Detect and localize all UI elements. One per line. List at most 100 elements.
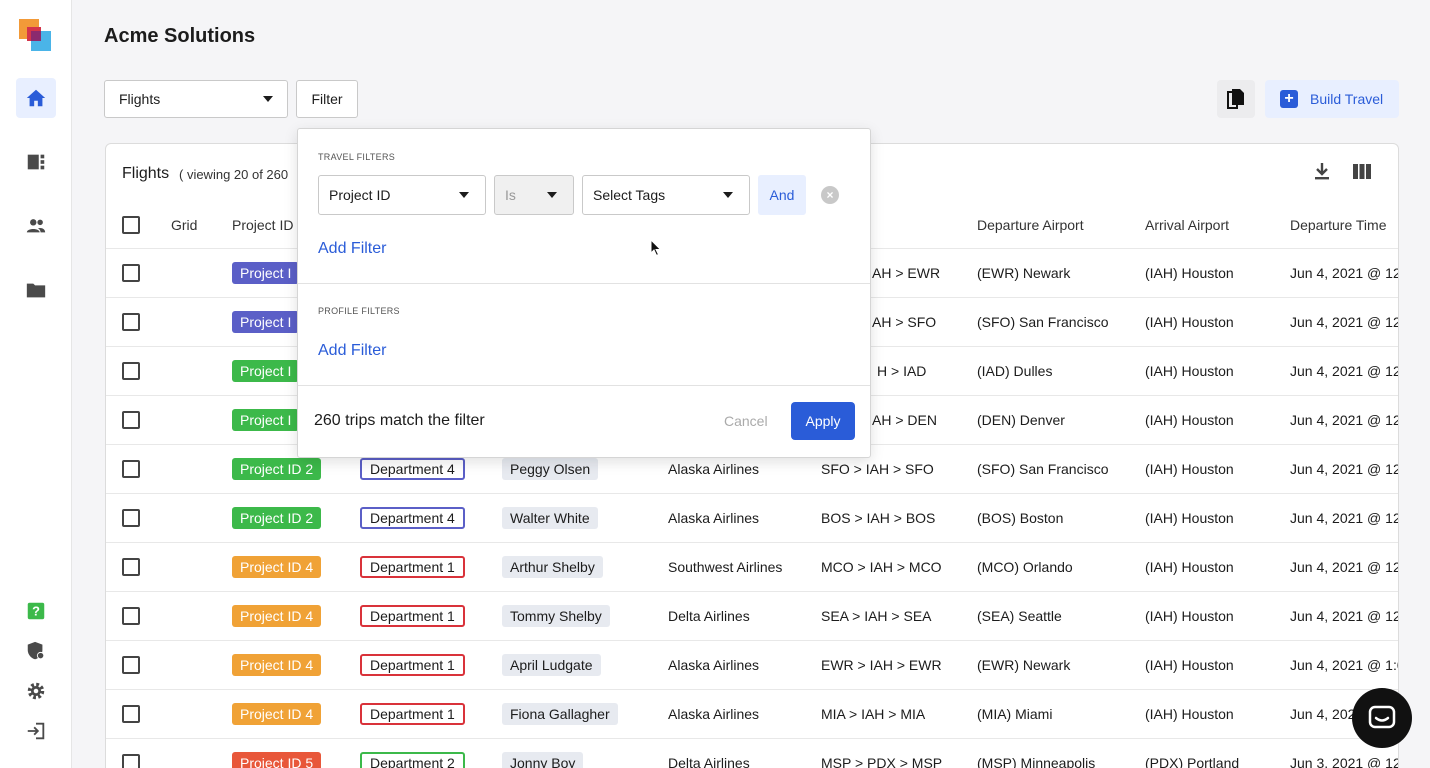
- route-cell: BOS > IAH > BOS: [821, 510, 936, 526]
- arrival-airport-cell: (IAH) Houston: [1145, 314, 1234, 330]
- and-button[interactable]: And: [758, 175, 806, 215]
- row-checkbox[interactable]: [122, 754, 140, 768]
- arrival-airport-cell: (IAH) Houston: [1145, 608, 1234, 624]
- select-all-checkbox[interactable]: [122, 216, 140, 234]
- project-tag[interactable]: Project I: [232, 360, 300, 382]
- filter-field-select[interactable]: Project ID: [318, 175, 486, 215]
- departure-time-cell: Jun 4, 2021 @ 12:: [1290, 559, 1399, 575]
- row-checkbox[interactable]: [122, 656, 140, 674]
- airline-cell: Alaska Airlines: [668, 706, 760, 722]
- department-tag[interactable]: Department 2: [360, 752, 465, 768]
- filter-operator-value: Is: [505, 187, 516, 203]
- row-checkbox[interactable]: [122, 362, 140, 380]
- row-checkbox[interactable]: [122, 558, 140, 576]
- traveler-tag[interactable]: Fiona Gallagher: [502, 703, 618, 725]
- departure-airport-cell: (MCO) Orlando: [977, 559, 1073, 575]
- sidebar: ?: [0, 0, 72, 768]
- page-title: Acme Solutions: [104, 25, 256, 47]
- department-tag[interactable]: Department 1: [360, 605, 465, 627]
- gear-icon[interactable]: [16, 671, 56, 711]
- remove-filter-icon[interactable]: ×: [821, 186, 839, 204]
- main-content: Acme Solutions Flights Filter + Build Tr…: [72, 0, 1430, 768]
- row-divider: [106, 640, 1398, 641]
- dashboard-icon[interactable]: [16, 142, 56, 182]
- folder-icon[interactable]: [16, 270, 56, 310]
- column-header-grid[interactable]: Grid: [171, 217, 197, 233]
- route-cell: MIA > IAH > MIA: [821, 706, 926, 722]
- home-icon[interactable]: [16, 78, 56, 118]
- app-logo[interactable]: [19, 19, 53, 53]
- departure-time-cell: Jun 4, 2021 @ 12:: [1290, 510, 1399, 526]
- airline-cell: Southwest Airlines: [668, 559, 783, 575]
- build-travel-button[interactable]: + Build Travel: [1265, 80, 1399, 118]
- project-tag[interactable]: Project I: [232, 262, 300, 284]
- plus-icon: +: [1280, 90, 1298, 108]
- traveler-tag[interactable]: Peggy Olsen: [502, 458, 599, 480]
- row-checkbox[interactable]: [122, 313, 140, 331]
- arrival-airport-cell: (IAH) Houston: [1145, 265, 1234, 281]
- project-tag[interactable]: Project I: [232, 409, 300, 431]
- filter-popover: TRAVEL FILTERS Project ID Is Select Tags…: [297, 128, 871, 458]
- people-icon[interactable]: [16, 206, 56, 246]
- project-tag[interactable]: Project ID 4: [232, 654, 322, 676]
- project-tag[interactable]: Project ID 4: [232, 556, 322, 578]
- department-tag[interactable]: Department 4: [360, 507, 465, 529]
- shield-icon[interactable]: [16, 631, 56, 671]
- departure-airport-cell: (EWR) Newark: [977, 657, 1071, 673]
- apply-button[interactable]: Apply: [791, 402, 855, 440]
- help-icon[interactable]: ?: [16, 591, 56, 631]
- row-checkbox[interactable]: [122, 705, 140, 723]
- row-checkbox[interactable]: [122, 460, 140, 478]
- departure-time-cell: Jun 4, 2021 @ 12:: [1290, 363, 1399, 379]
- departure-airport-cell: (SFO) San Francisco: [977, 461, 1109, 477]
- column-header-departure-time[interactable]: Departure Time: [1290, 217, 1386, 233]
- chat-icon[interactable]: [1352, 688, 1412, 748]
- project-tag[interactable]: Project ID 5: [232, 752, 322, 768]
- project-tag[interactable]: Project ID 4: [232, 703, 322, 725]
- project-tag[interactable]: Project I: [232, 311, 300, 333]
- route-cell: MSP > PDX > MSP: [821, 755, 943, 768]
- traveler-tag[interactable]: Tommy Shelby: [502, 605, 610, 627]
- column-header-arrival-airport[interactable]: Arrival Airport: [1145, 217, 1229, 233]
- traveler-tag[interactable]: April Ludgate: [502, 654, 601, 676]
- traveler-tag[interactable]: Walter White: [502, 507, 598, 529]
- view-select[interactable]: Flights: [104, 80, 288, 118]
- column-header-departure-airport[interactable]: Departure Airport: [977, 217, 1084, 233]
- filter-button[interactable]: Filter: [296, 80, 358, 118]
- columns-icon[interactable]: [1353, 164, 1371, 184]
- download-icon[interactable]: [1314, 162, 1330, 185]
- departure-time-cell: Jun 4, 2021 @ 12:: [1290, 265, 1399, 281]
- row-divider: [106, 542, 1398, 543]
- airline-cell: Alaska Airlines: [668, 657, 760, 673]
- department-tag[interactable]: Department 1: [360, 703, 465, 725]
- svg-text:?: ?: [32, 604, 40, 619]
- row-checkbox[interactable]: [122, 264, 140, 282]
- row-checkbox[interactable]: [122, 411, 140, 429]
- route-cell: EWR > IAH > EWR: [821, 657, 942, 673]
- route-cell: H > IAD: [877, 363, 927, 379]
- add-profile-filter-link[interactable]: Add Filter: [318, 342, 386, 360]
- project-tag[interactable]: Project ID 2: [232, 458, 322, 480]
- chevron-down-icon: [723, 192, 733, 198]
- row-checkbox[interactable]: [122, 509, 140, 527]
- filter-operator-select[interactable]: Is: [494, 175, 574, 215]
- filter-tags-select[interactable]: Select Tags: [582, 175, 750, 215]
- project-tag[interactable]: Project ID 2: [232, 507, 322, 529]
- filter-tags-placeholder: Select Tags: [593, 187, 666, 203]
- traveler-tag[interactable]: Arthur Shelby: [502, 556, 603, 578]
- cancel-button[interactable]: Cancel: [724, 413, 768, 429]
- project-tag[interactable]: Project ID 4: [232, 605, 322, 627]
- departure-time-cell: Jun 4, 2021 @ 12:: [1290, 314, 1399, 330]
- department-tag[interactable]: Department 4: [360, 458, 465, 480]
- department-tag[interactable]: Department 1: [360, 556, 465, 578]
- copy-icon[interactable]: [1217, 80, 1255, 118]
- traveler-tag[interactable]: Jonny Boy: [502, 752, 584, 768]
- divider: [298, 283, 870, 284]
- row-checkbox[interactable]: [122, 607, 140, 625]
- arrival-airport-cell: (IAH) Houston: [1145, 412, 1234, 428]
- logout-icon[interactable]: [16, 711, 56, 751]
- add-travel-filter-link[interactable]: Add Filter: [318, 240, 386, 258]
- department-tag[interactable]: Department 1: [360, 654, 465, 676]
- column-header-project[interactable]: Project ID: [232, 217, 293, 233]
- departure-time-cell: Jun 4, 2021 @ 12:: [1290, 608, 1399, 624]
